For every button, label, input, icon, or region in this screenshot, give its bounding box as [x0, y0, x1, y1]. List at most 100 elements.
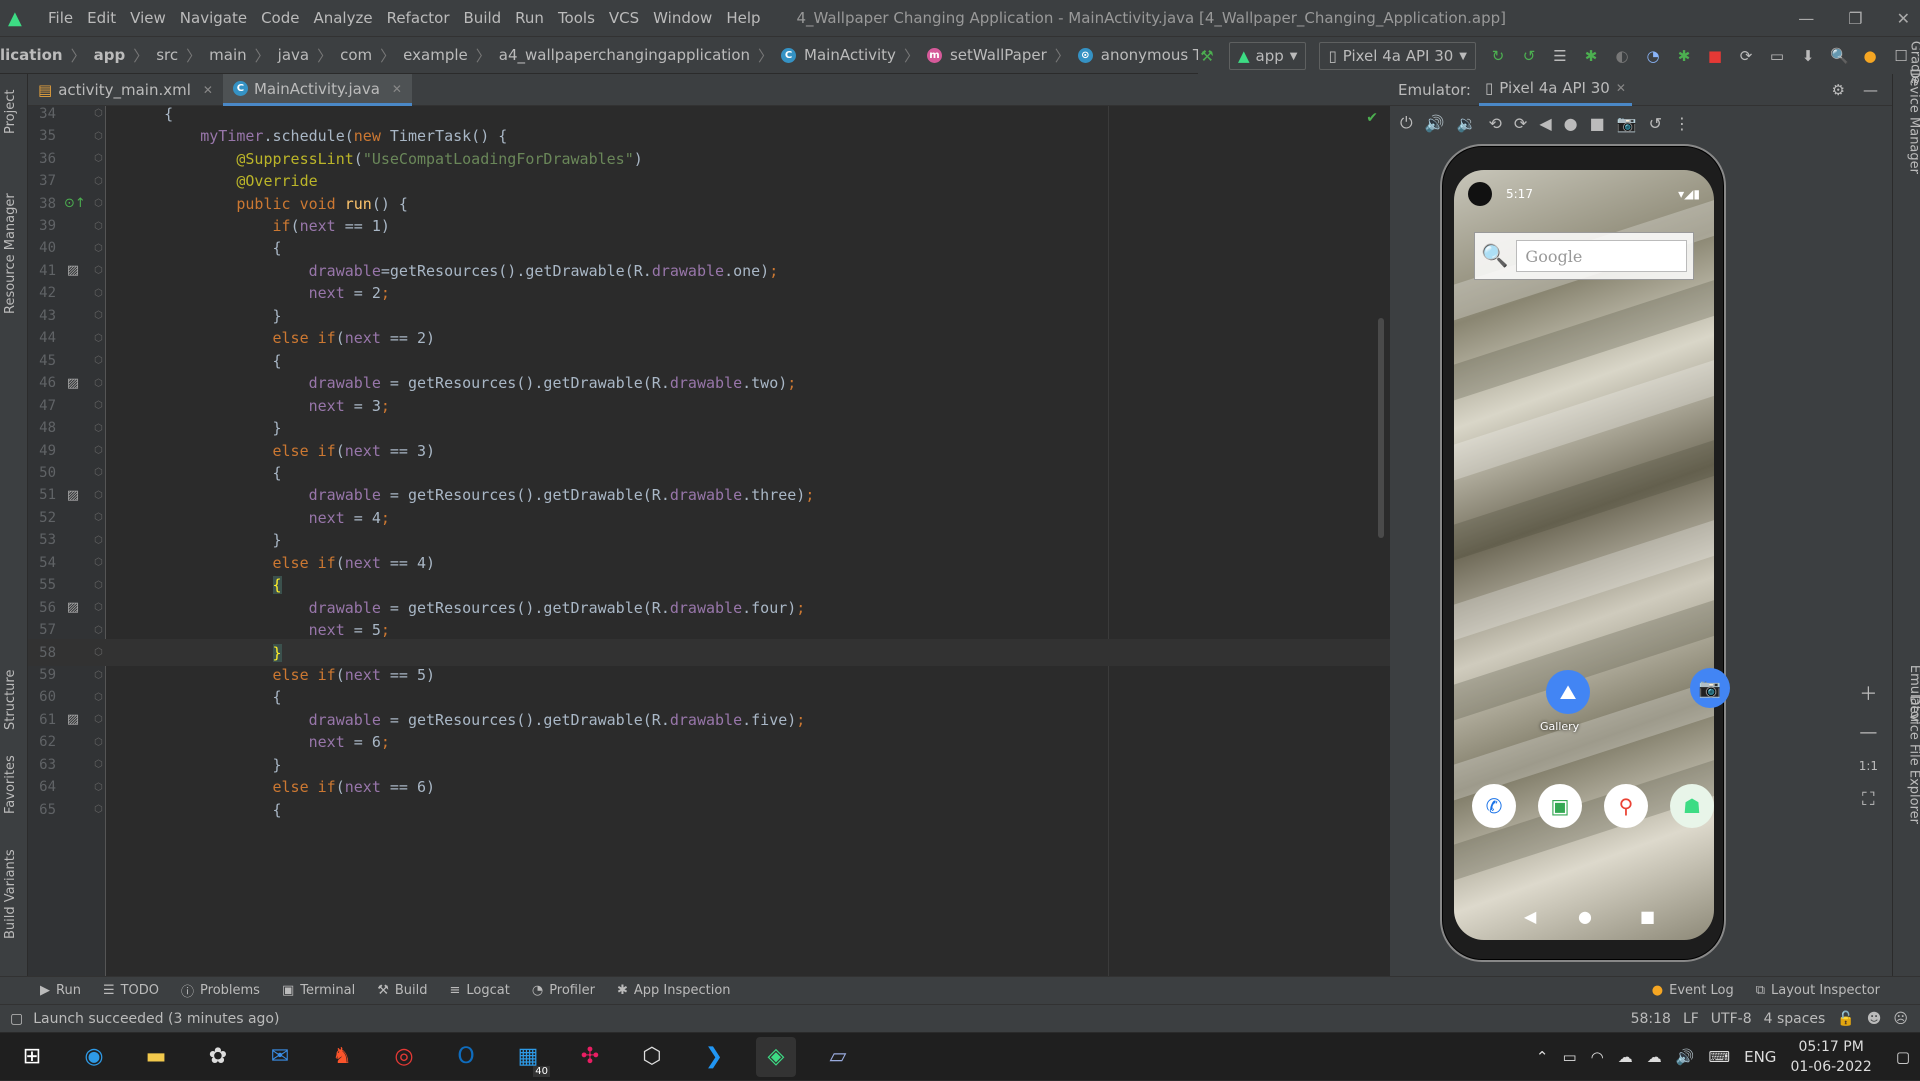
- zoom-fit-icon[interactable]: ⛶: [1862, 789, 1875, 810]
- menu-item-build[interactable]: Build: [464, 9, 502, 27]
- tab-activity-main-xml[interactable]: ▤ activity_main.xml ✕: [28, 74, 223, 106]
- image-resource-icon[interactable]: ▨: [64, 488, 82, 503]
- zoom-in-icon[interactable]: ＋: [1859, 680, 1877, 706]
- rotate-right-icon[interactable]: ⟳: [1514, 114, 1527, 133]
- fold-icon[interactable]: ⬡: [94, 198, 103, 209]
- device-file-explorer-panel-tab[interactable]: Device File Explorer: [1907, 695, 1920, 824]
- fold-icon[interactable]: ⬡: [94, 714, 103, 725]
- run-config-select[interactable]: ▲ app ▼: [1228, 42, 1307, 70]
- menu-item-file[interactable]: File: [48, 9, 73, 27]
- fold-icon[interactable]: ⬡: [94, 176, 103, 187]
- project-panel-tab[interactable]: Project: [3, 90, 18, 134]
- gear-icon[interactable]: ⚙: [1832, 81, 1845, 99]
- file-explorer-icon[interactable]: ▬: [136, 1037, 176, 1077]
- fold-icon[interactable]: ⬡: [94, 131, 103, 142]
- zoom-actual-size[interactable]: 1:1: [1859, 759, 1878, 773]
- logcat-tool-button[interactable]: ≡ Logcat: [450, 983, 510, 998]
- list-icon[interactable]: ☰: [1551, 47, 1569, 65]
- attach-debugger-icon[interactable]: ✱: [1675, 47, 1693, 65]
- overview-icon[interactable]: ■: [1590, 114, 1605, 133]
- phone-back-icon[interactable]: ◀: [1524, 907, 1536, 926]
- close-icon[interactable]: ✕: [1897, 9, 1910, 28]
- more-icon[interactable]: ⋮: [1674, 114, 1690, 133]
- fold-icon[interactable]: ⬡: [94, 692, 103, 703]
- emulator-device-tab[interactable]: ▯ Pixel 4a API 30 ✕: [1478, 74, 1632, 106]
- emulator-taskbar-icon[interactable]: ▱: [818, 1037, 858, 1077]
- fold-icon[interactable]: ⬡: [94, 737, 103, 748]
- update-icon[interactable]: ●: [1861, 47, 1879, 65]
- notifications-icon[interactable]: ☹: [1893, 1011, 1908, 1027]
- chrome-icon[interactable]: ◎: [384, 1037, 424, 1077]
- fold-icon[interactable]: ⬡: [94, 445, 103, 456]
- coverage-icon[interactable]: ◐: [1613, 47, 1631, 65]
- device-manager-icon[interactable]: ▭: [1768, 47, 1786, 65]
- fold-icon[interactable]: ⬡: [94, 108, 103, 119]
- wifi-icon[interactable]: ◠: [1591, 1048, 1604, 1066]
- cloud-icon[interactable]: ☁: [1618, 1048, 1633, 1066]
- virtualbox-icon[interactable]: ⬡: [632, 1037, 672, 1077]
- event-log-button[interactable]: ● Event Log: [1652, 983, 1734, 998]
- menu-item-tools[interactable]: Tools: [558, 9, 595, 27]
- windows-start-icon[interactable]: ⊞: [12, 1037, 52, 1077]
- weather-icon[interactable]: ☁: [1647, 1048, 1662, 1066]
- apply-changes-icon[interactable]: ↻: [1489, 47, 1507, 65]
- structure-panel-tab[interactable]: Structure: [3, 670, 18, 730]
- fold-icon[interactable]: ⬡: [94, 804, 103, 815]
- google-search-widget[interactable]: 🔍 Google: [1474, 232, 1694, 280]
- fold-icon[interactable]: ⬡: [94, 490, 103, 501]
- outlook-icon[interactable]: O: [446, 1037, 486, 1077]
- slack-icon[interactable]: ✣: [570, 1037, 610, 1077]
- tab-mainactivity-java[interactable]: C MainActivity.java ✕: [222, 74, 412, 106]
- code-editor[interactable]: 34 ⬡ {35 ⬡ myTimer.schedule(new TimerTask(…: [28, 106, 1390, 976]
- lock-icon[interactable]: 🔓: [1837, 1011, 1854, 1027]
- power-icon[interactable]: ⏻: [1400, 113, 1413, 133]
- build-tool-button[interactable]: ⚒ Build: [377, 983, 427, 998]
- restore-icon[interactable]: ❐: [1848, 9, 1862, 28]
- fold-icon[interactable]: ⬡: [94, 602, 103, 613]
- device-select[interactable]: ▯ Pixel 4a API 30 ▼: [1319, 42, 1476, 70]
- fold-icon[interactable]: ⬡: [94, 557, 103, 568]
- image-resource-icon[interactable]: ▨: [64, 263, 82, 278]
- breadcrumb-item[interactable]: com: [340, 46, 372, 64]
- notification-center-icon[interactable]: ▢: [1896, 1048, 1910, 1066]
- battery-icon[interactable]: ▭: [1562, 1048, 1576, 1066]
- problems-tool-button[interactable]: ⓘ Problems: [181, 981, 260, 1000]
- menu-item-run[interactable]: Run: [515, 9, 544, 27]
- keyboard-icon[interactable]: ⌨: [1708, 1048, 1730, 1066]
- debug-icon[interactable]: ✱: [1582, 47, 1600, 65]
- menu-item-edit[interactable]: Edit: [87, 9, 116, 27]
- home-icon[interactable]: ●: [1564, 114, 1578, 133]
- fold-icon[interactable]: ⬡: [94, 400, 103, 411]
- zoom-out-icon[interactable]: —: [1859, 722, 1877, 743]
- breadcrumb-item[interactable]: main: [209, 46, 246, 64]
- breadcrumb-item[interactable]: lication: [0, 46, 63, 64]
- fold-icon[interactable]: ⬡: [94, 378, 103, 389]
- edge-icon[interactable]: ◉: [74, 1037, 114, 1077]
- fold-icon[interactable]: ⬡: [94, 782, 103, 793]
- fold-icon[interactable]: ⬡: [94, 265, 103, 276]
- phone-overview-icon[interactable]: ■: [1640, 907, 1655, 926]
- volume-icon[interactable]: 🔊: [1676, 1048, 1695, 1066]
- run-tool-button[interactable]: ▶ Run: [40, 983, 81, 998]
- menu-item-vcs[interactable]: VCS: [609, 9, 639, 27]
- fold-icon[interactable]: ⬡: [94, 221, 103, 232]
- close-icon[interactable]: ✕: [1616, 81, 1626, 95]
- terminal-tool-button[interactable]: ▣ Terminal: [282, 983, 355, 998]
- breadcrumb-item[interactable]: src: [156, 46, 178, 64]
- android-app-icon[interactable]: ☗: [1670, 784, 1714, 828]
- fold-icon[interactable]: ⬡: [94, 580, 103, 591]
- breadcrumb-item[interactable]: app: [94, 46, 126, 64]
- close-icon[interactable]: ✕: [203, 83, 213, 97]
- fold-icon[interactable]: ⬡: [94, 625, 103, 636]
- code-line[interactable]: 65 ⬡ {: [28, 796, 1390, 824]
- fold-icon[interactable]: ⬡: [94, 355, 103, 366]
- profiler-tool-button[interactable]: ◔ Profiler: [532, 983, 595, 998]
- menu-item-analyze[interactable]: Analyze: [313, 9, 372, 27]
- fold-icon[interactable]: ⬡: [94, 288, 103, 299]
- play-store-app-icon[interactable]: ▣: [1538, 784, 1582, 828]
- breadcrumb-item[interactable]: java: [278, 46, 309, 64]
- resource-manager-panel-tab[interactable]: Resource Manager: [3, 193, 18, 314]
- image-resource-icon[interactable]: ▨: [64, 600, 82, 615]
- apply-code-changes-icon[interactable]: ↺: [1520, 47, 1538, 65]
- stop-icon[interactable]: ■: [1706, 47, 1724, 65]
